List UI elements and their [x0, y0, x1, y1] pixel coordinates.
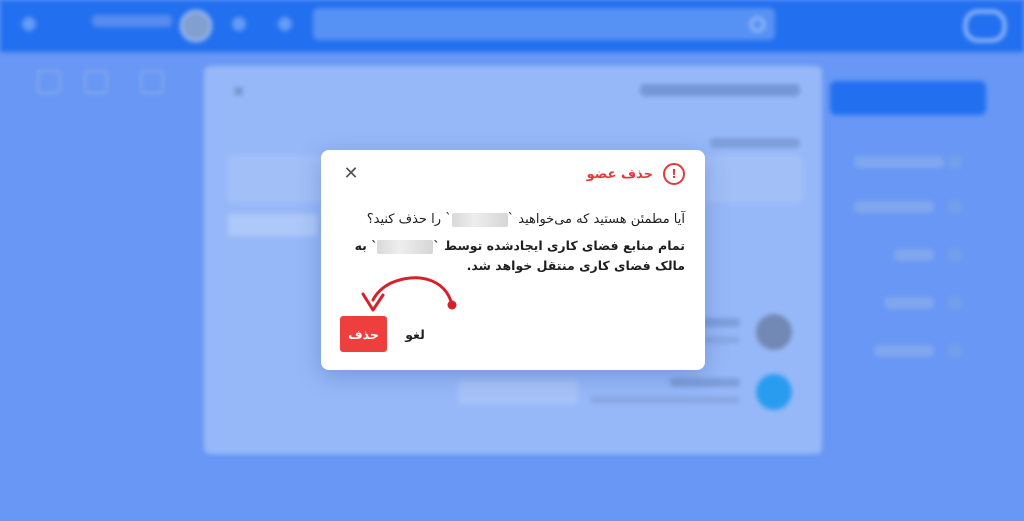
confirm-question: آیا مطمئن هستید که می‌خواهید ` ` را حذف ک… — [341, 210, 685, 230]
alert-circle-icon: ! — [663, 163, 685, 185]
delete-button[interactable]: حذف — [340, 316, 387, 352]
question-text-end: ` را حذف کنید؟ — [366, 212, 452, 227]
redacted-member-name — [377, 239, 434, 254]
delete-member-dialog: ! حذف عضو ✕ آیا مطمئن هستید که می‌خواهید… — [321, 150, 705, 370]
redacted-member-name — [451, 212, 508, 227]
close-button[interactable]: ✕ — [339, 162, 363, 186]
cancel-button[interactable]: لغو — [397, 320, 433, 348]
dialog-body: آیا مطمئن هستید که می‌خواهید ` ` را حذف ک… — [341, 210, 685, 276]
warning-text-start: تمام منابع فضای کاری ایجادشده توسط ` — [433, 238, 685, 253]
dialog-header: ! حذف عضو — [587, 162, 685, 186]
transfer-warning: تمام منابع فضای کاری ایجادشده توسط `` به… — [341, 236, 685, 276]
dialog-title: حذف عضو — [586, 166, 653, 182]
question-text-start: آیا مطمئن هستید که می‌خواهید ` — [507, 212, 685, 227]
